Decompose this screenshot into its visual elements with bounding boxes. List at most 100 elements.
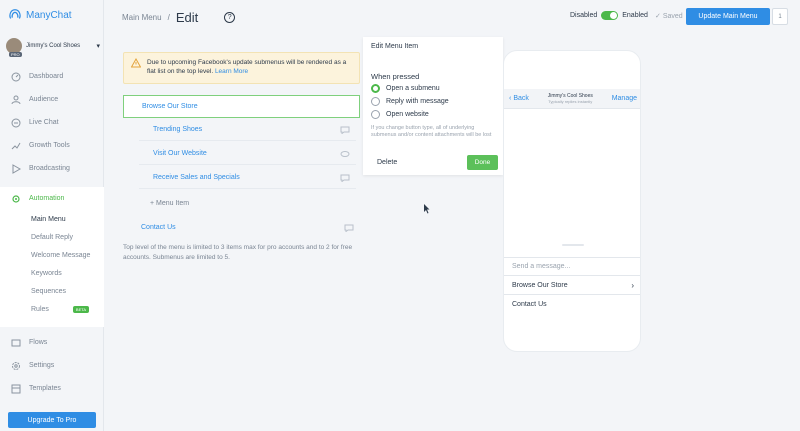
message-bubble-icon <box>340 174 350 182</box>
menu-item-browse-our-store[interactable]: Browse Our Store <box>123 95 360 118</box>
beta-badge: BETA <box>72 305 90 313</box>
notification-counter[interactable]: 1 <box>772 8 788 25</box>
disabled-label: Disabled <box>570 12 598 19</box>
messenger-preview: ‹ Back Jimmy's Cool Shoes Typically repl… <box>503 50 641 352</box>
sidebar-item-growth-tools[interactable]: Growth Tools <box>0 134 104 157</box>
account-switcher[interactable]: PRO Jimmy's Cool Shoes ▾ <box>6 38 100 57</box>
page-title: Edit <box>175 10 199 25</box>
drag-handle <box>562 244 584 246</box>
growth-tools-icon <box>10 140 21 151</box>
submenu-item-receive-sales[interactable]: Receive Sales and Specials <box>139 167 356 189</box>
breadcrumb-parent[interactable]: Main Menu <box>122 13 162 22</box>
sidebar-item-label: Audience <box>29 96 59 103</box>
sidebar-item-dashboard[interactable]: Dashboard <box>0 65 104 88</box>
subitem-label: Rules <box>31 305 49 313</box>
menu-item-label: Receive Sales and Specials <box>153 174 240 181</box>
preview-menu-item: Browse Our Store › <box>504 276 640 295</box>
sidebar-item-templates[interactable]: Templates <box>0 377 104 400</box>
sidebar: ManyChat PRO Jimmy's Cool Shoes ▾ Dashbo… <box>0 0 104 431</box>
preview-header: ‹ Back Jimmy's Cool Shoes Typically repl… <box>504 89 640 109</box>
subitem-label: Sequences <box>31 287 67 295</box>
message-bubble-icon <box>340 126 350 134</box>
option-open-submenu[interactable]: Open a submenu <box>371 84 440 93</box>
learn-more-link[interactable]: Learn More <box>215 68 248 75</box>
sidebar-subitem-keywords[interactable]: Keywords <box>0 264 104 282</box>
automation-section: Automation Main Menu Default Reply Welco… <box>0 187 104 327</box>
chevron-left-icon: ‹ <box>509 95 512 102</box>
sidebar-nav-bottom: Flows Settings Templates <box>0 331 104 400</box>
sidebar-item-flows[interactable]: Flows <box>0 331 104 354</box>
check-icon: ✓ <box>655 13 661 20</box>
message-bubble-icon <box>344 224 354 232</box>
upgrade-to-pro-button[interactable]: Upgrade To Pro <box>8 412 96 428</box>
option-label: Open website <box>386 111 429 118</box>
radio-unchecked[interactable] <box>371 97 380 106</box>
manychat-logo-icon <box>9 9 21 19</box>
menu-item-contact-us[interactable]: Contact Us <box>123 216 360 239</box>
panel-title: Edit Menu Item <box>371 43 419 50</box>
subitem-label: Welcome Message <box>31 251 91 259</box>
chat-icon <box>10 117 21 128</box>
menu-item-label: Browse Our Store <box>142 103 198 110</box>
radio-unchecked[interactable] <box>371 110 380 119</box>
sidebar-subitem-rules[interactable]: Rules BETA <box>0 300 104 318</box>
mouse-cursor-icon <box>424 204 430 214</box>
sidebar-item-label: Flows <box>29 339 48 346</box>
page-name: Jimmy's Cool Shoes <box>547 92 593 99</box>
sidebar-subitem-welcome-message[interactable]: Welcome Message <box>0 246 104 264</box>
sidebar-item-automation[interactable]: Automation <box>0 187 104 210</box>
delete-button[interactable]: Delete <box>377 159 397 166</box>
audience-icon <box>10 94 21 105</box>
sidebar-item-audience[interactable]: Audience <box>0 88 104 111</box>
sidebar-item-label: Templates <box>29 385 61 392</box>
pro-badge: PRO <box>9 52 22 57</box>
button-type-warning: If you change button type, all of underl… <box>371 125 492 138</box>
subitem-label: Keywords <box>31 269 62 277</box>
breadcrumb-separator: / <box>167 13 170 22</box>
notice-body: Due to upcoming Facebook's update submen… <box>147 58 352 78</box>
page-subtitle: Typically replies instantly <box>548 98 593 104</box>
add-menu-item-button[interactable]: + Menu Item <box>150 194 189 212</box>
sidebar-item-broadcasting[interactable]: Broadcasting <box>0 157 104 180</box>
warning-icon <box>131 58 141 68</box>
manychat-logo[interactable]: ManyChat <box>8 8 72 22</box>
link-icon <box>340 150 350 157</box>
dashboard-icon <box>10 71 21 82</box>
templates-icon <box>10 383 21 394</box>
topbar: Main Menu / Edit ? Disabled Enabled ✓ Sa… <box>104 0 800 32</box>
breadcrumb: Main Menu / Edit ? <box>122 10 236 25</box>
message-input: Send a message... <box>504 257 640 276</box>
option-open-website[interactable]: Open website <box>371 110 429 119</box>
flows-icon <box>10 337 21 348</box>
submenu-item-visit-our-website[interactable]: Visit Our Website <box>139 143 356 165</box>
sidebar-item-label: Live Chat <box>29 119 59 126</box>
app-name: ManyChat <box>26 9 72 21</box>
menu-item-label: Contact Us <box>141 224 176 231</box>
sidebar-item-live-chat[interactable]: Live Chat <box>0 111 104 134</box>
done-button[interactable]: Done <box>467 155 498 170</box>
sidebar-item-label: Broadcasting <box>29 165 70 172</box>
sidebar-subitem-main-menu[interactable]: Main Menu <box>0 210 104 228</box>
enabled-label: Enabled <box>622 12 648 19</box>
option-label: Open a submenu <box>386 85 440 92</box>
radio-checked[interactable] <box>371 84 380 93</box>
subitem-label: Main Menu <box>31 215 66 223</box>
settings-icon <box>10 360 21 371</box>
preview-menu-item: Contact Us <box>504 295 640 314</box>
back-link: ‹ Back <box>509 95 529 102</box>
update-main-menu-button[interactable]: Update Main Menu <box>686 8 770 25</box>
help-icon[interactable]: ? <box>224 12 236 23</box>
preview-menu-label: Contact Us <box>512 301 547 308</box>
submenu-item-trending-shoes[interactable]: Trending Shoes <box>139 119 356 141</box>
menu-item-label: Visit Our Website <box>153 150 207 157</box>
preview-menu-label: Browse Our Store <box>512 281 568 289</box>
menu-item-label: Trending Shoes <box>153 126 203 133</box>
enabled-toggle[interactable] <box>601 11 619 20</box>
sidebar-item-label: Settings <box>29 362 55 369</box>
sidebar-subitem-default-reply[interactable]: Default Reply <box>0 228 104 246</box>
sidebar-item-settings[interactable]: Settings <box>0 354 104 377</box>
account-name: Jimmy's Cool Shoes <box>26 43 81 49</box>
sidebar-nav-top: Dashboard Audience Live Chat Growth Tool… <box>0 65 104 180</box>
option-reply-with-message[interactable]: Reply with message <box>371 97 449 106</box>
sidebar-subitem-sequences[interactable]: Sequences <box>0 282 104 300</box>
